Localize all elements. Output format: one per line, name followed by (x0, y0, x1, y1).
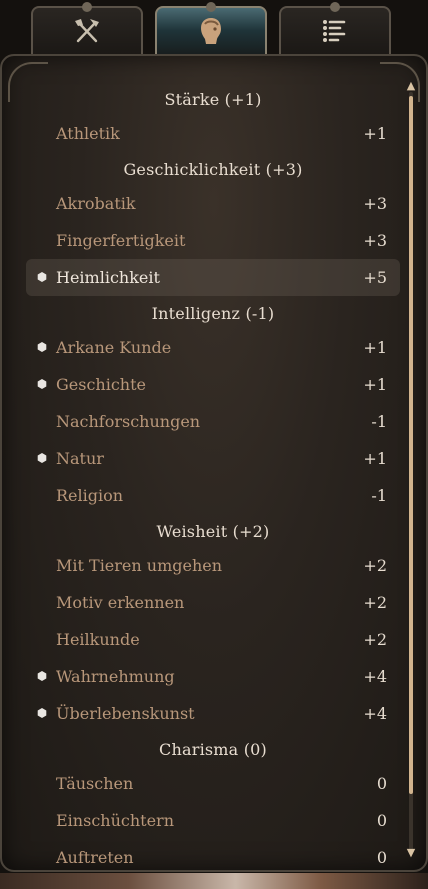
skill-modifier: +3 (363, 231, 387, 250)
ability-header: Weisheit (+2) (156, 522, 270, 541)
skill-list: Stärke (+1) Athletik +1 Geschicklichkeit (+… (26, 82, 400, 863)
skill-name: Täuschen (56, 774, 134, 793)
skill-modifier: +2 (363, 593, 387, 612)
skill-row[interactable]: Athletik +1 (26, 115, 400, 152)
skill-modifier: 0 (376, 811, 387, 830)
skill-row[interactable]: Heimlichkeit +5 (26, 259, 400, 296)
skill-name: Mit Tieren umgehen (56, 556, 223, 575)
skill-name: Natur (56, 449, 104, 468)
skill-modifier: +1 (363, 338, 387, 357)
skill-row[interactable]: Motiv erkennen +2 (26, 584, 400, 621)
tab-character[interactable] (155, 2, 267, 58)
tab-ornament (206, 2, 216, 12)
skill-row[interactable]: Natur +1 (26, 440, 400, 477)
skill-modifier: +5 (363, 268, 387, 287)
skill-modifier: +4 (363, 704, 387, 723)
skill-name: Motiv erkennen (56, 593, 185, 612)
skill-name: Nachforschungen (56, 412, 201, 431)
proficiency-icon (37, 342, 47, 352)
skill-row[interactable]: Heilkunde +2 (26, 621, 400, 658)
ability-header: Stärke (+1) (164, 90, 262, 109)
skill-modifier: +2 (363, 630, 387, 649)
scroll-up-arrow-icon[interactable]: ▲ (403, 80, 419, 92)
tab-ornament (82, 2, 92, 12)
ability-header: Intelligenz (-1) (151, 304, 275, 323)
skill-name: Überlebenskunst (56, 704, 195, 723)
skill-name: Fingerfertigkeit (56, 231, 186, 250)
skill-name: Heimlichkeit (56, 268, 160, 287)
skill-row[interactable]: Wahrnehmung +4 (26, 658, 400, 695)
skill-row[interactable]: Akrobatik +3 (26, 185, 400, 222)
skill-row[interactable]: Auftreten 0 (26, 839, 400, 863)
skill-row[interactable]: Religion -1 (26, 477, 400, 514)
skill-row[interactable]: Geschichte +1 (26, 366, 400, 403)
skill-name: Einschüchtern (56, 811, 174, 830)
skill-name: Akrobatik (56, 194, 136, 213)
skill-row[interactable]: Mit Tieren umgehen +2 (26, 547, 400, 584)
tab-list[interactable] (279, 2, 391, 58)
list-icon (318, 14, 352, 52)
skill-modifier: +2 (363, 556, 387, 575)
proficiency-icon (37, 708, 47, 718)
skill-name: Heilkunde (56, 630, 140, 649)
skill-modifier: +1 (363, 375, 387, 394)
skill-row[interactable]: Überlebenskunst +4 (26, 695, 400, 732)
skill-name: Auftreten (56, 848, 134, 863)
proficiency-icon (37, 453, 47, 463)
scrollbar-thumb[interactable] (409, 96, 413, 794)
skill-row[interactable]: Einschüchtern 0 (26, 802, 400, 839)
crossed-tools-icon (70, 14, 104, 52)
skill-row[interactable]: Fingerfertigkeit +3 (26, 222, 400, 259)
skill-modifier: +4 (363, 667, 387, 686)
skill-modifier: +3 (363, 194, 387, 213)
scroll-down-arrow-icon[interactable]: ▼ (403, 847, 419, 859)
character-head-icon (194, 14, 228, 52)
skill-modifier: 0 (376, 848, 387, 863)
skill-modifier: 0 (376, 774, 387, 793)
proficiency-icon (37, 671, 47, 681)
ability-header: Geschicklichkeit (+3) (123, 160, 303, 179)
ability-header: Charisma (0) (159, 740, 267, 759)
tab-ornament (330, 2, 340, 12)
skill-modifier: +1 (363, 449, 387, 468)
character-skills-screen: Stärke (+1) Athletik +1 Geschicklichkeit (+… (0, 0, 428, 889)
skill-row[interactable]: Nachforschungen -1 (26, 403, 400, 440)
skill-row[interactable]: Täuschen 0 (26, 765, 400, 802)
skill-name: Arkane Kunde (56, 338, 172, 357)
background-scene (0, 873, 428, 889)
skill-row[interactable]: Arkane Kunde +1 (26, 329, 400, 366)
skill-modifier: -1 (371, 486, 387, 505)
skill-name: Athletik (56, 124, 120, 143)
skill-name: Geschichte (56, 375, 147, 394)
skill-modifier: +1 (363, 124, 387, 143)
proficiency-icon (37, 379, 47, 389)
skill-name: Religion (56, 486, 124, 505)
proficiency-icon (37, 272, 47, 282)
tab-tools[interactable] (31, 2, 143, 58)
skill-modifier: -1 (371, 412, 387, 431)
skill-name: Wahrnehmung (56, 667, 175, 686)
